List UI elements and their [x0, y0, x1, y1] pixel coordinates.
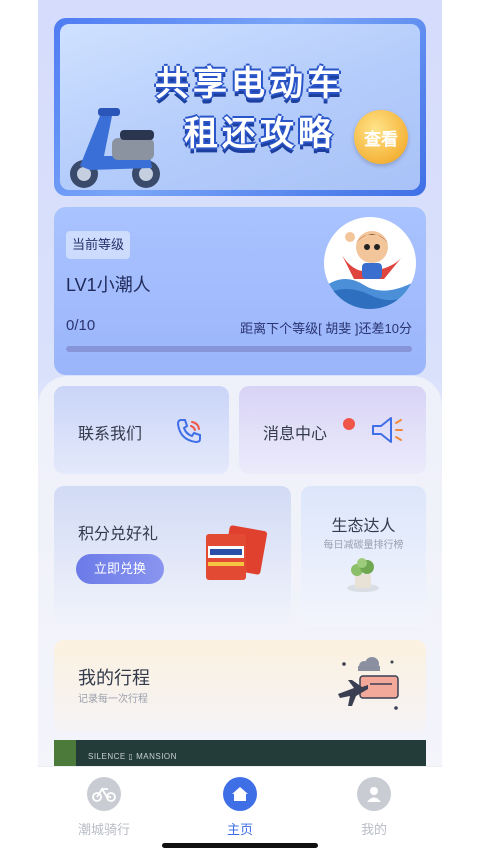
level-mascot-avatar: [324, 217, 416, 309]
notification-dot: [343, 418, 355, 430]
contact-us-tile[interactable]: 联系我们: [54, 386, 229, 474]
redeem-now-button[interactable]: 立即兑换: [76, 554, 164, 584]
bicycle-icon: [87, 777, 121, 811]
points-redeem-label: 积分兑好礼: [78, 526, 159, 543]
eco-expert-tile[interactable]: 生态达人 每日减碳量排行榜: [301, 486, 426, 626]
tab-home[interactable]: 主页: [200, 777, 280, 838]
eco-expert-label: 生态达人: [331, 518, 396, 535]
banner-inner: 共享电动车 租还攻略 查看: [60, 24, 420, 190]
contact-us-label: 联系我们: [78, 426, 143, 443]
travel-ticket-icon: [338, 657, 399, 710]
scooter-illustration: [70, 108, 160, 188]
home-indicator: [162, 843, 318, 848]
megaphone-icon: [372, 417, 403, 443]
message-center-label: 消息中心: [263, 426, 328, 443]
app-screen: 共享电动车 租还攻略 查看 当前等级 LV1小潮人 0/10 距离下个等级[ 胡…: [38, 0, 442, 854]
rental-guide-banner[interactable]: 共享电动车 租还攻略 查看: [54, 18, 426, 196]
level-progress-bar: [66, 346, 412, 352]
points-redeem-tile[interactable]: 积分兑好礼 立即兑换: [54, 486, 291, 626]
current-level-tag: 当前等级: [66, 231, 131, 259]
tab-mine[interactable]: 我的: [334, 777, 414, 838]
plant-icon: [347, 558, 379, 592]
home-icon: [223, 777, 257, 811]
tab-riding-label: 潮城骑行: [77, 822, 130, 837]
bottom-tabbar: 潮城骑行 主页 我的: [38, 766, 442, 854]
view-guide-button[interactable]: 查看: [354, 110, 408, 164]
my-trips-sub: 记录每一次行程: [78, 694, 148, 705]
phone-icon: [176, 419, 201, 444]
tab-home-label: 主页: [226, 822, 253, 837]
level-progress-text: 0/10: [66, 317, 96, 334]
my-trips-label: 我的行程: [78, 668, 150, 688]
promo-strip-text: SILENCE ▯ MANSION: [88, 752, 177, 761]
gift-package-icon: [206, 525, 268, 580]
tab-mine-label: 我的: [360, 822, 387, 837]
my-trips-tile[interactable]: 我的行程 记录每一次行程: [54, 640, 426, 732]
user-icon: [357, 777, 391, 811]
message-center-tile[interactable]: 消息中心: [239, 386, 426, 474]
level-card: 当前等级 LV1小潮人 0/10 距离下个等级[ 胡斐 ]还差10分: [54, 207, 426, 375]
tab-riding[interactable]: 潮城骑行: [64, 777, 144, 838]
level-name: LV1小潮人: [66, 275, 151, 295]
eco-expert-sub: 每日减碳量排行榜: [323, 540, 404, 551]
level-gap-text: 距离下个等级[ 胡斐 ]还差10分: [240, 321, 412, 336]
